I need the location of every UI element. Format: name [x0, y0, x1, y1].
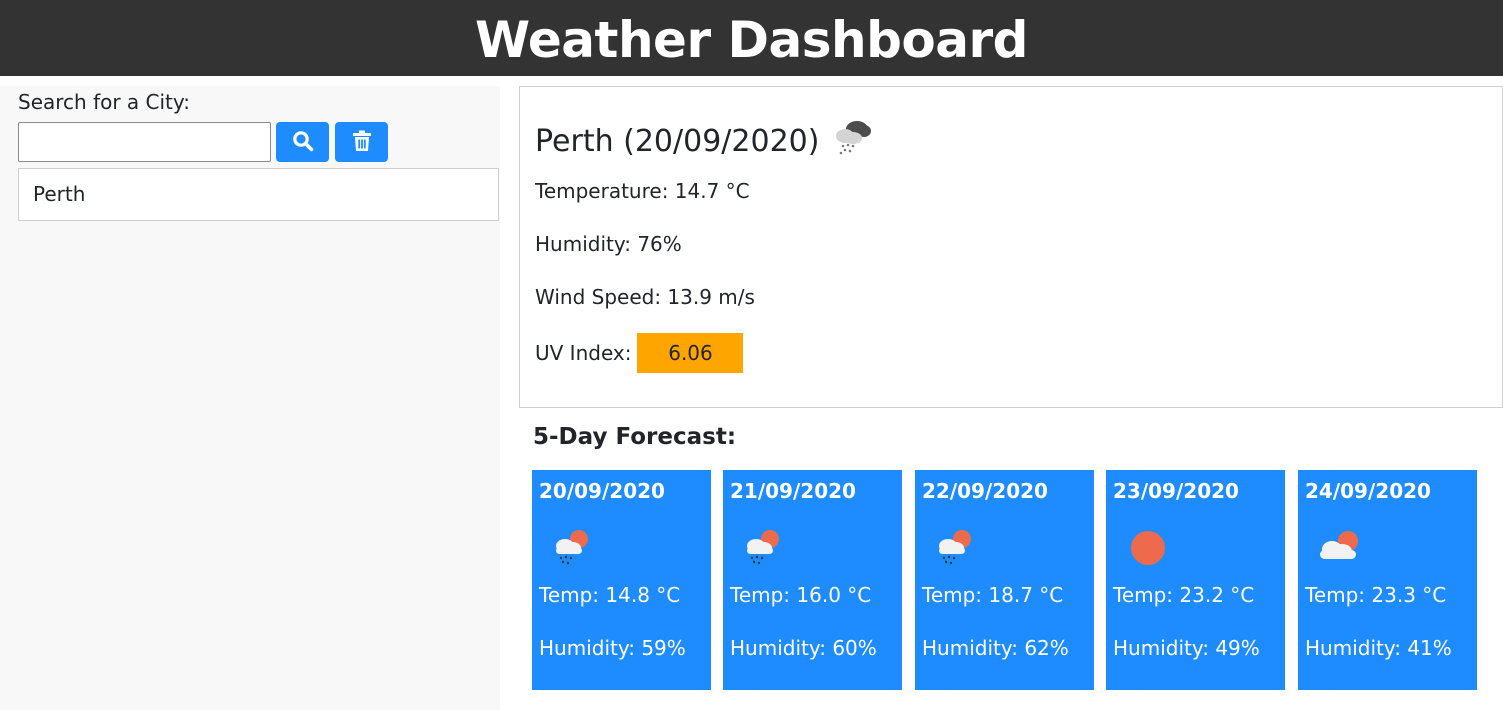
current-temperature: Temperature: 14.7 °C [535, 179, 750, 203]
forecast-date: 23/09/2020 [1113, 479, 1239, 503]
current-humidity: Humidity: 76% [535, 232, 682, 256]
forecast-title: 5-Day Forecast: [533, 424, 737, 450]
forecast-temp: Temp: 16.0 °C [730, 583, 872, 607]
forecast-card: 20/09/2020 Temp: 14.8 °C Humidity: 59% [532, 470, 711, 690]
page-header: Weather Dashboard [0, 0, 1503, 76]
forecast-humidity: Humidity: 49% [1113, 636, 1260, 660]
forecast-card: 21/09/2020 Temp: 16.0 °C Humidity: 60% [723, 470, 902, 690]
forecast-date: 22/09/2020 [922, 479, 1048, 503]
uv-index-badge: 6.06 [637, 333, 744, 373]
forecast-temp: Temp: 23.2 °C [1113, 583, 1255, 607]
current-city-heading: Perth (20/09/2020) [535, 117, 875, 165]
search-history-item[interactable]: Perth [18, 168, 499, 221]
page-title: Weather Dashboard [475, 11, 1028, 69]
uv-index-label: UV Index: [535, 341, 632, 365]
forecast-temp: Temp: 23.3 °C [1305, 583, 1447, 607]
forecast-date: 24/09/2020 [1305, 479, 1431, 503]
forecast-card: 24/09/2020 Temp: 23.3 °C Humidity: 41% [1298, 470, 1477, 690]
sun-rain-cloud-icon [931, 522, 979, 570]
current-city-title: Perth (20/09/2020) [535, 123, 820, 159]
sun-icon [1122, 522, 1170, 570]
sun-cloud-icon [1314, 522, 1362, 570]
search-label: Search for a City: [18, 90, 191, 114]
city-search-input[interactable] [18, 122, 271, 162]
forecast-humidity: Humidity: 62% [922, 636, 1069, 660]
forecast-date: 21/09/2020 [730, 479, 856, 503]
current-weather-panel: Perth (20/09/2020) Temperature: 14.7 °C … [519, 86, 1503, 408]
uv-index-row: UV Index: 6.06 [535, 333, 744, 373]
forecast-card: 23/09/2020 Temp: 23.2 °C Humidity: 49% [1106, 470, 1285, 690]
trash-icon [352, 130, 372, 155]
forecast-card: 22/09/2020 Temp: 18.7 °C Humidity: 62% [915, 470, 1094, 690]
search-button[interactable] [276, 122, 329, 162]
forecast-humidity: Humidity: 41% [1305, 636, 1452, 660]
clear-history-button[interactable] [335, 122, 388, 162]
search-icon [292, 130, 314, 155]
rain-cloud-icon [831, 117, 875, 165]
current-wind-speed: Wind Speed: 13.9 m/s [535, 285, 755, 309]
forecast-humidity: Humidity: 60% [730, 636, 877, 660]
forecast-date: 20/09/2020 [539, 479, 665, 503]
forecast-temp: Temp: 14.8 °C [539, 583, 681, 607]
forecast-humidity: Humidity: 59% [539, 636, 686, 660]
sidebar: Search for a City: Perth [0, 86, 500, 710]
sun-rain-cloud-icon [548, 522, 596, 570]
sun-rain-cloud-icon [739, 522, 787, 570]
forecast-temp: Temp: 18.7 °C [922, 583, 1064, 607]
